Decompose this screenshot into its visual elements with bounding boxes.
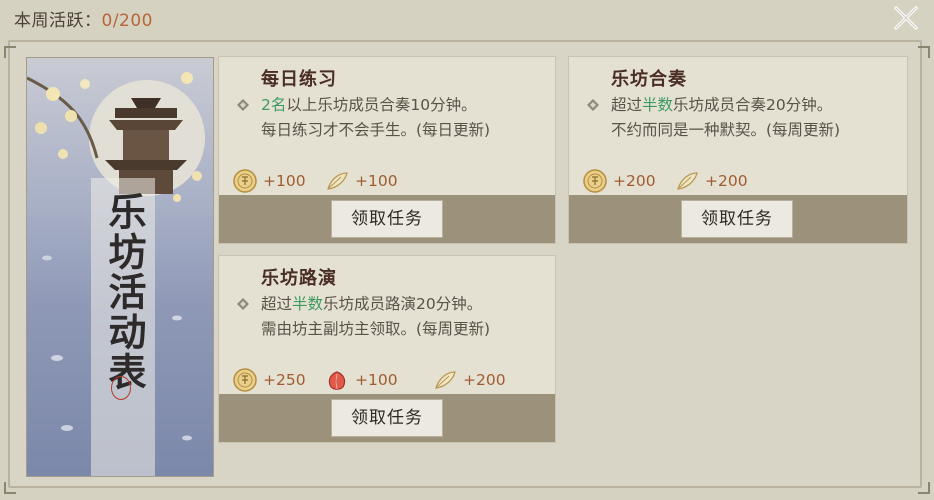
weekly-activity-value: 0/200 <box>101 11 153 31</box>
diamond-bullet-icon <box>237 99 249 111</box>
task-desc-line2: 不约而同是一种默契。(每周更新) <box>611 121 841 139</box>
task-title: 乐坊合奏 <box>611 69 687 90</box>
reward-list: +200 +200 <box>583 167 903 195</box>
reward-value: +100 <box>263 172 306 190</box>
task-desc-line1: 乐坊成员合奏20分钟。 <box>673 96 833 114</box>
reward-item: +200 <box>583 167 656 195</box>
claim-task-button[interactable]: 领取任务 <box>331 200 443 238</box>
reward-item: +200 <box>433 366 506 394</box>
frame-corner <box>4 46 16 58</box>
reward-value: +200 <box>613 172 656 190</box>
reward-item: +250 <box>233 366 306 394</box>
weekly-activity: 本周活跃：0/200 <box>14 6 153 31</box>
close-icon <box>894 6 918 30</box>
card-footer: 领取任务 <box>569 195 907 243</box>
frame-corner <box>918 46 930 58</box>
task-highlight: 半数 <box>292 295 324 313</box>
task-highlight: 2名 <box>261 96 287 114</box>
feather-icon <box>677 172 698 190</box>
coin-icon <box>233 368 257 392</box>
coin-icon <box>233 169 257 193</box>
reward-value: +200 <box>705 172 748 190</box>
reward-value: +100 <box>355 371 398 389</box>
task-desc-line2: 每日练习才不会手生。(每日更新) <box>261 121 491 139</box>
card-footer: 领取任务 <box>219 195 555 243</box>
reward-item: +100 <box>233 167 306 195</box>
task-desc-prefix: 超过 <box>611 96 643 114</box>
weekly-activity-label: 本周活跃： <box>14 11 102 31</box>
coin-icon <box>583 169 607 193</box>
frame-corner <box>918 482 930 494</box>
reward-value: +250 <box>263 371 306 389</box>
task-desc-line1: 乐坊成员路演20分钟。 <box>323 295 483 313</box>
task-card-roadshow: 乐坊路演 超过半数乐坊成员路演20分钟。 需由坊主副坊主领取。(每周更新) +2… <box>218 255 556 443</box>
banner-title: 乐坊活动表 <box>102 192 147 392</box>
reward-value: +200 <box>463 371 506 389</box>
task-card-ensemble: 乐坊合奏 超过半数乐坊成员合奏20分钟。 不约而同是一种默契。(每周更新) +2… <box>568 56 908 244</box>
claim-task-button[interactable]: 领取任务 <box>681 200 793 238</box>
card-footer: 领取任务 <box>219 394 555 442</box>
peach-icon <box>328 371 346 390</box>
top-bar: 本周活跃：0/200 <box>0 0 934 34</box>
task-highlight: 半数 <box>642 96 674 114</box>
diamond-bullet-icon <box>237 298 249 310</box>
reward-list: +250 +100 +200 <box>233 366 553 394</box>
activity-banner: 乐坊活动表 <box>26 57 214 477</box>
diamond-bullet-icon <box>587 99 599 111</box>
task-desc-prefix: 超过 <box>261 295 293 313</box>
reward-list: +100 +100 <box>233 167 553 195</box>
close-button[interactable] <box>892 4 920 32</box>
task-description: 超过半数乐坊成员合奏20分钟。 不约而同是一种默契。(每周更新) <box>611 93 840 143</box>
reward-item: +100 <box>325 366 398 394</box>
reward-item: +200 <box>675 167 748 195</box>
task-card-daily-practice: 每日练习 2名以上乐坊成员合奏10分钟。 每日练习才不会手生。(每日更新) +1… <box>218 56 556 244</box>
reward-item: +100 <box>325 167 398 195</box>
task-desc-line1: 以上乐坊成员合奏10分钟。 <box>286 96 477 114</box>
claim-task-button[interactable]: 领取任务 <box>331 399 443 437</box>
task-title: 每日练习 <box>261 69 337 90</box>
feather-icon <box>327 172 348 190</box>
task-description: 2名以上乐坊成员合奏10分钟。 每日练习才不会手生。(每日更新) <box>261 93 490 143</box>
reward-value: +100 <box>355 172 398 190</box>
frame-corner <box>4 482 16 494</box>
feather-icon <box>435 371 456 389</box>
task-title: 乐坊路演 <box>261 268 337 289</box>
task-description: 超过半数乐坊成员路演20分钟。 需由坊主副坊主领取。(每周更新) <box>261 292 490 342</box>
task-desc-line2: 需由坊主副坊主领取。(每周更新) <box>261 320 491 338</box>
seal-stamp <box>111 376 131 400</box>
